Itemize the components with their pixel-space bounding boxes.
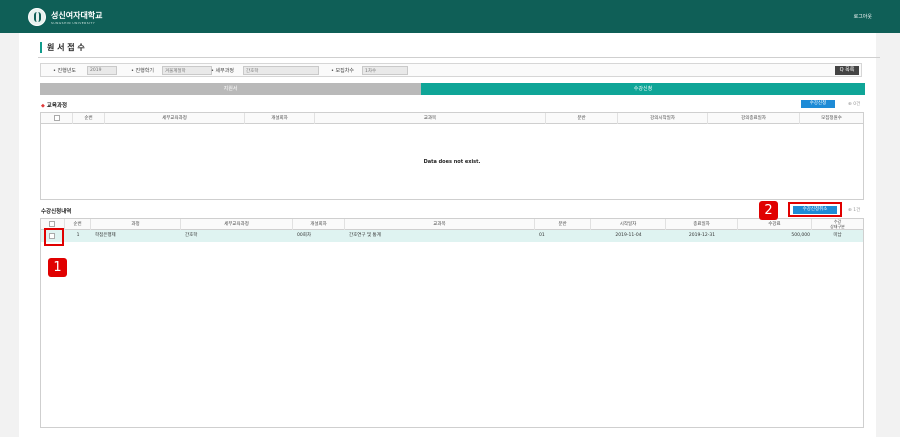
cell-round: 00회차 bbox=[297, 233, 312, 238]
round-label: • 모집차수 bbox=[331, 68, 354, 74]
round-field[interactable]: 1차수 bbox=[362, 66, 408, 75]
cell-no: 1 bbox=[76, 233, 80, 238]
course-field[interactable]: 간호학 bbox=[243, 66, 319, 75]
cell-section: 01 bbox=[539, 233, 545, 238]
title-divider bbox=[38, 57, 880, 58]
header-fee: 수강료 bbox=[738, 219, 812, 230]
list-button[interactable]: Q 목록 bbox=[835, 66, 859, 75]
apply-button[interactable]: 수강신청 bbox=[801, 100, 835, 108]
history-count: ⊕ 1건 bbox=[848, 208, 861, 213]
header-section: 분반 bbox=[546, 113, 618, 124]
tab-application[interactable]: 지원서 bbox=[40, 83, 421, 95]
header-round: 개설회차 bbox=[293, 219, 345, 230]
header-section: 분반 bbox=[535, 219, 591, 230]
logout-link[interactable]: 로그아웃 bbox=[854, 13, 872, 20]
header-capacity: 모집정원수 bbox=[821, 116, 842, 121]
header-select bbox=[41, 113, 73, 124]
top-bar: 성신여자대학교 SUNGSHIN UNIVERSITY 로그아웃 bbox=[0, 0, 900, 33]
header-no: 순번 bbox=[65, 219, 91, 230]
course-label: • 세부과정 bbox=[211, 68, 234, 74]
year-label: • 진행년도 bbox=[53, 68, 76, 74]
year-field[interactable]: 2019 bbox=[87, 66, 117, 75]
history-table-header: 순번 과정 세부교육과정 개설회차 교과목 분반 시작일자 종료일자 수강료 수… bbox=[41, 219, 863, 230]
tab-course-registration[interactable]: 수강신청 bbox=[421, 83, 865, 95]
header-course: 과정 bbox=[91, 219, 181, 230]
term-field[interactable]: 겨울계절학 bbox=[162, 66, 212, 75]
main-content: 원 서 접 수 • 진행년도 2019 • 진행학기 겨울계절학 • 세부과정 … bbox=[19, 33, 880, 437]
page-title: 원 서 접 수 bbox=[40, 42, 85, 53]
header-end-date: 종료일자 bbox=[666, 219, 738, 230]
cell-end-date: 2019-12-31 bbox=[688, 233, 716, 238]
curriculum-section-title: ◆ 교육과정 bbox=[41, 101, 67, 109]
brand-name: 성신여자대학교 bbox=[51, 11, 103, 20]
select-all-checkbox[interactable] bbox=[49, 221, 55, 227]
history-section-title: 수강신청내역 bbox=[41, 209, 72, 215]
header-detail-course: 세부교육과정 bbox=[181, 219, 293, 230]
history-table: 순번 과정 세부교육과정 개설회차 교과목 분반 시작일자 종료일자 수강료 수… bbox=[40, 218, 864, 428]
header-no: 순번 bbox=[73, 113, 105, 124]
filter-bar: • 진행년도 2019 • 진행학기 겨울계절학 • 세부과정 간호학 • 모집… bbox=[40, 63, 862, 77]
empty-message: Data does not exist. bbox=[423, 159, 481, 165]
cell-status: 미납 bbox=[833, 233, 842, 238]
header-status: 수강 상태구분 bbox=[830, 219, 845, 229]
annotation-highlight-checkbox bbox=[44, 228, 64, 246]
header-detail-course: 세부교육과정 bbox=[105, 113, 245, 124]
brand-subtitle: SUNGSHIN UNIVERSITY bbox=[51, 21, 96, 25]
curriculum-table-header: 순번 세부교육과정 개설회차 교과목 분반 강의시작일자 강의종료일자 모집정원… bbox=[41, 113, 863, 124]
header-round: 개설회차 bbox=[245, 113, 315, 124]
header-start-date: 시작일자 bbox=[591, 219, 666, 230]
bullet-icon: ◆ bbox=[41, 103, 45, 109]
term-label: • 진행학기 bbox=[131, 68, 154, 74]
annotation-highlight-cancel-button bbox=[788, 202, 842, 217]
curriculum-count: ⊕ 0건 bbox=[848, 102, 861, 107]
header-start-date: 강의시작일자 bbox=[618, 113, 708, 124]
header-end-date: 강의종료일자 bbox=[708, 113, 800, 124]
cell-fee: 500,000 bbox=[791, 233, 810, 238]
university-logo-icon[interactable] bbox=[28, 8, 46, 26]
annotation-marker-2: 2 bbox=[759, 201, 778, 220]
select-all-checkbox[interactable] bbox=[54, 115, 60, 121]
table-row[interactable]: 1 학점은행제 간호학 00회차 간호연구 및 통계 01 2019-11-04… bbox=[41, 230, 863, 242]
cell-subject: 간호연구 및 통계 bbox=[349, 233, 381, 238]
cell-start-date: 2019-11-04 bbox=[615, 233, 642, 238]
left-margin bbox=[0, 33, 19, 437]
cell-detail-course: 간호학 bbox=[185, 233, 198, 238]
cell-course: 학점은행제 bbox=[95, 233, 116, 238]
header-subject: 교과목 bbox=[315, 113, 546, 124]
header-subject: 교과목 bbox=[345, 219, 535, 230]
curriculum-table: 순번 세부교육과정 개설회차 교과목 분반 강의시작일자 강의종료일자 모집정원… bbox=[40, 112, 864, 200]
annotation-marker-1: 1 bbox=[48, 258, 67, 277]
curriculum-title-text: 교육과정 bbox=[46, 103, 68, 109]
right-margin bbox=[876, 33, 900, 437]
